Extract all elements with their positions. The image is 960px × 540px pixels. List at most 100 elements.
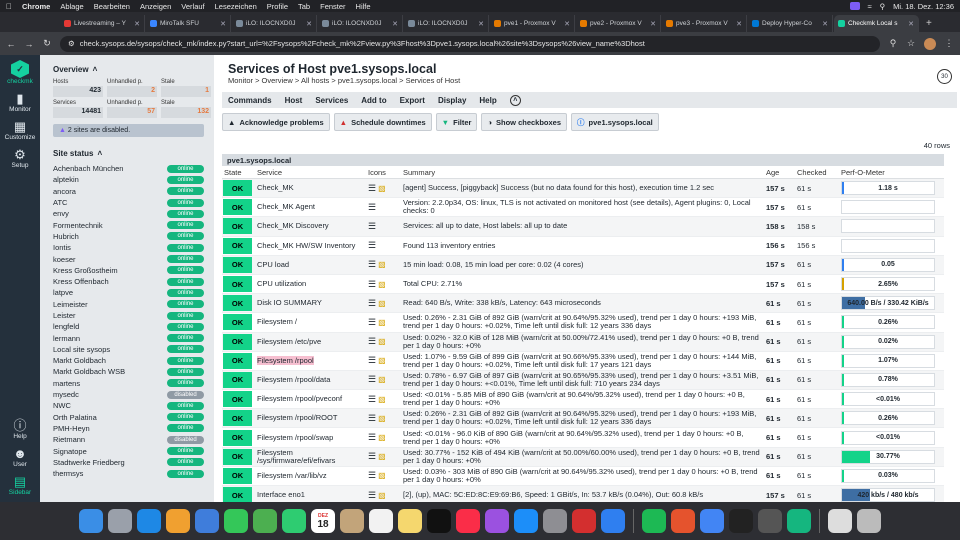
- profile-avatar[interactable]: [924, 37, 936, 50]
- perf-o-meter[interactable]: 0.03%: [841, 468, 935, 483]
- state-badge[interactable]: OK: [223, 448, 252, 465]
- perf-o-meter[interactable]: <0.01%: [841, 392, 935, 407]
- music-icon[interactable]: [456, 509, 480, 533]
- col-summary[interactable]: Summary: [403, 168, 766, 177]
- tab-3[interactable]: iLO: ILOCNXD0J ✕: [318, 15, 403, 32]
- folder-icon[interactable]: ▧: [378, 356, 386, 365]
- site-status-badge[interactable]: online: [167, 198, 204, 207]
- settings-icon[interactable]: [543, 509, 567, 533]
- folder-icon[interactable]: ▧: [378, 280, 386, 289]
- site-status-badge[interactable]: online: [167, 447, 204, 456]
- wifi-icon[interactable]: ≈: [868, 2, 872, 11]
- menu-display[interactable]: Display: [438, 96, 466, 105]
- site-row[interactable]: Stadtwerke Friedberg online: [53, 457, 204, 468]
- site-row[interactable]: PMH-Heyn online: [53, 423, 204, 434]
- site-status-badge[interactable]: online: [167, 209, 204, 218]
- site-row[interactable]: Rietmann disabled: [53, 434, 204, 445]
- show-checkboxes-button[interactable]: ◑ Show checkboxes: [481, 113, 568, 131]
- folder-icon[interactable]: ▧: [378, 299, 386, 308]
- overview-header[interactable]: Overview ˄: [53, 65, 204, 74]
- menu-commands[interactable]: Commands: [228, 96, 272, 105]
- new-tab-button[interactable]: +: [920, 15, 938, 32]
- perf-o-meter[interactable]: 30.77%: [841, 449, 935, 464]
- service-link[interactable]: Check_MK Discovery: [257, 221, 329, 230]
- state-badge[interactable]: OK: [223, 391, 252, 408]
- perf-o-meter[interactable]: 2.65%: [841, 277, 935, 292]
- hamburger-menu-icon[interactable]: ☰: [368, 432, 376, 443]
- site-row[interactable]: ATC online: [53, 197, 204, 208]
- hamburger-menu-icon[interactable]: ☰: [368, 394, 376, 405]
- service-link[interactable]: Interface eno1: [257, 490, 305, 499]
- state-badge[interactable]: OK: [223, 199, 252, 216]
- tab-4[interactable]: iLO: ILOCNXD0J ✕: [404, 15, 489, 32]
- site-status-badge[interactable]: online: [167, 379, 204, 388]
- tab-5[interactable]: pve1 - Proxmox V ✕: [490, 15, 575, 32]
- mail-icon[interactable]: [195, 509, 219, 533]
- state-badge[interactable]: OK: [223, 276, 252, 293]
- state-badge[interactable]: OK: [223, 352, 252, 369]
- folder-icon[interactable]: ▧: [378, 260, 386, 269]
- messages-icon[interactable]: [224, 509, 248, 533]
- close-icon[interactable]: ✕: [564, 20, 570, 28]
- col-service[interactable]: Service: [252, 168, 368, 177]
- site-row[interactable]: latpve online: [53, 287, 204, 298]
- tab-9[interactable]: Checkmk Local s ✕: [834, 15, 919, 32]
- col-checked[interactable]: Checked: [797, 168, 841, 177]
- site-status-badge[interactable]: online: [167, 367, 204, 376]
- folder-icon[interactable]: ▧: [378, 395, 386, 404]
- menu-export[interactable]: Export: [400, 96, 425, 105]
- state-badge[interactable]: OK: [223, 410, 252, 427]
- app-globe-icon[interactable]: [601, 509, 625, 533]
- perf-o-meter[interactable]: 0.02%: [841, 334, 935, 349]
- menu-host[interactable]: Host: [285, 96, 303, 105]
- hamburger-menu-icon[interactable]: ☰: [368, 298, 376, 309]
- hosts-stale-cell[interactable]: Stale 1: [161, 79, 211, 97]
- photos-icon[interactable]: [166, 509, 190, 533]
- service-link[interactable]: Filesystem /rpool/data: [257, 375, 330, 384]
- close-icon[interactable]: ✕: [392, 20, 398, 28]
- perf-o-meter[interactable]: [841, 238, 935, 253]
- site-row[interactable]: Hubrich online: [53, 231, 204, 242]
- facetime-icon[interactable]: [282, 509, 306, 533]
- site-status-badge[interactable]: online: [167, 401, 204, 410]
- col-state[interactable]: State: [222, 168, 252, 177]
- col-icons[interactable]: Icons: [368, 168, 403, 177]
- notes-icon[interactable]: [398, 509, 422, 533]
- folder-icon[interactable]: ▧: [378, 471, 386, 480]
- hamburger-menu-icon[interactable]: ☰: [368, 240, 376, 251]
- close-icon[interactable]: ✕: [650, 20, 656, 28]
- perf-o-meter[interactable]: 420 kb/s / 480 kb/s: [841, 488, 935, 502]
- site-row[interactable]: Formentechnik online: [53, 219, 204, 230]
- app-name[interactable]: Chrome: [22, 2, 50, 11]
- perf-o-meter[interactable]: <0.01%: [841, 430, 935, 445]
- maps-icon[interactable]: [253, 509, 277, 533]
- acknowledge-button[interactable]: ▲ Acknowledge problems: [222, 113, 330, 131]
- site-status-badge[interactable]: online: [167, 175, 204, 184]
- site-status-badge[interactable]: online: [167, 277, 204, 286]
- close-icon[interactable]: ✕: [306, 20, 312, 28]
- checkmk-logo[interactable]: ✓ checkmk: [7, 60, 33, 85]
- finder-icon[interactable]: [79, 509, 103, 533]
- menu-fenster[interactable]: Fenster: [320, 2, 345, 11]
- service-link[interactable]: Filesystem /rpool: [257, 355, 314, 365]
- site-row[interactable]: Kress Großostheim online: [53, 265, 204, 276]
- state-badge[interactable]: OK: [223, 314, 252, 331]
- state-badge[interactable]: OK: [223, 180, 252, 197]
- site-info-icon[interactable]: ⚙: [68, 39, 75, 48]
- tab-7[interactable]: pve3 - Proxmox V ✕: [662, 15, 747, 32]
- site-row[interactable]: Leimeister online: [53, 299, 204, 310]
- site-row[interactable]: Iontis online: [53, 242, 204, 253]
- app-orange-icon[interactable]: [671, 509, 695, 533]
- close-icon[interactable]: ✕: [822, 20, 828, 28]
- perf-o-meter[interactable]: 0.78%: [841, 372, 935, 387]
- site-status-badge[interactable]: disabled: [167, 390, 204, 399]
- menu-anzeigen[interactable]: Anzeigen: [140, 2, 171, 11]
- site-row[interactable]: Local site sysops online: [53, 344, 204, 355]
- hamburger-menu-icon[interactable]: ☰: [368, 490, 376, 501]
- service-link[interactable]: Disk IO SUMMARY: [257, 298, 322, 307]
- appstore-icon[interactable]: [514, 509, 538, 533]
- folder-icon[interactable]: ▧: [378, 491, 386, 500]
- disabled-sites-note[interactable]: ▲ 2 sites are disabled.: [53, 124, 204, 137]
- close-icon[interactable]: ✕: [908, 20, 914, 28]
- apple-icon[interactable]: : [6, 2, 12, 11]
